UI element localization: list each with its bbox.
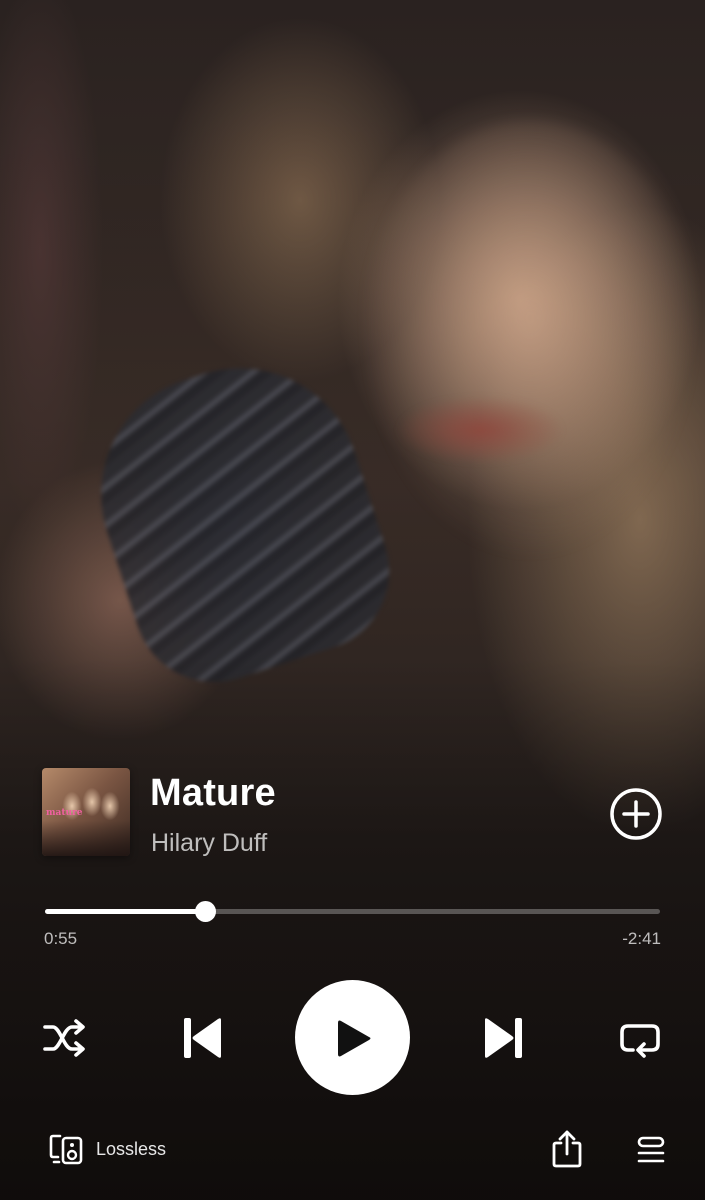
progress-fill bbox=[45, 909, 205, 914]
audio-quality-label: Lossless bbox=[96, 1138, 167, 1159]
queue-button[interactable] bbox=[632, 1132, 670, 1168]
speaker-device-icon bbox=[49, 1134, 83, 1165]
album-cover[interactable]: mature bbox=[42, 768, 130, 856]
remaining-time: -2:41 bbox=[622, 929, 661, 948]
add-to-library-button[interactable] bbox=[609, 787, 663, 841]
previous-track-button[interactable] bbox=[176, 1012, 228, 1064]
repeat-icon bbox=[620, 1024, 660, 1058]
track-artist[interactable]: Hilary Duff bbox=[151, 829, 267, 858]
shuffle-icon bbox=[43, 1019, 85, 1057]
skip-previous-icon bbox=[184, 1018, 221, 1058]
audio-output-button[interactable]: Lossless bbox=[48, 1130, 166, 1168]
repeat-button[interactable] bbox=[615, 1014, 665, 1062]
elapsed-time: 0:55 bbox=[44, 929, 78, 948]
share-button[interactable] bbox=[548, 1128, 586, 1170]
share-icon bbox=[552, 1130, 582, 1168]
play-icon bbox=[337, 1020, 370, 1056]
next-track-button[interactable] bbox=[478, 1012, 530, 1064]
track-title[interactable]: Mature bbox=[150, 772, 276, 815]
now-playing-panel: mature Mature Hilary Duff 0:55 -2:41 Los… bbox=[0, 0, 705, 1200]
skip-next-icon bbox=[485, 1018, 522, 1058]
plus-circle-icon bbox=[610, 788, 662, 840]
queue-icon bbox=[637, 1136, 665, 1163]
shuffle-button[interactable] bbox=[40, 1016, 90, 1060]
progress-slider[interactable] bbox=[45, 901, 660, 922]
progress-handle[interactable] bbox=[194, 901, 216, 922]
play-button[interactable] bbox=[295, 980, 410, 1095]
album-cover-text: mature bbox=[46, 808, 83, 818]
